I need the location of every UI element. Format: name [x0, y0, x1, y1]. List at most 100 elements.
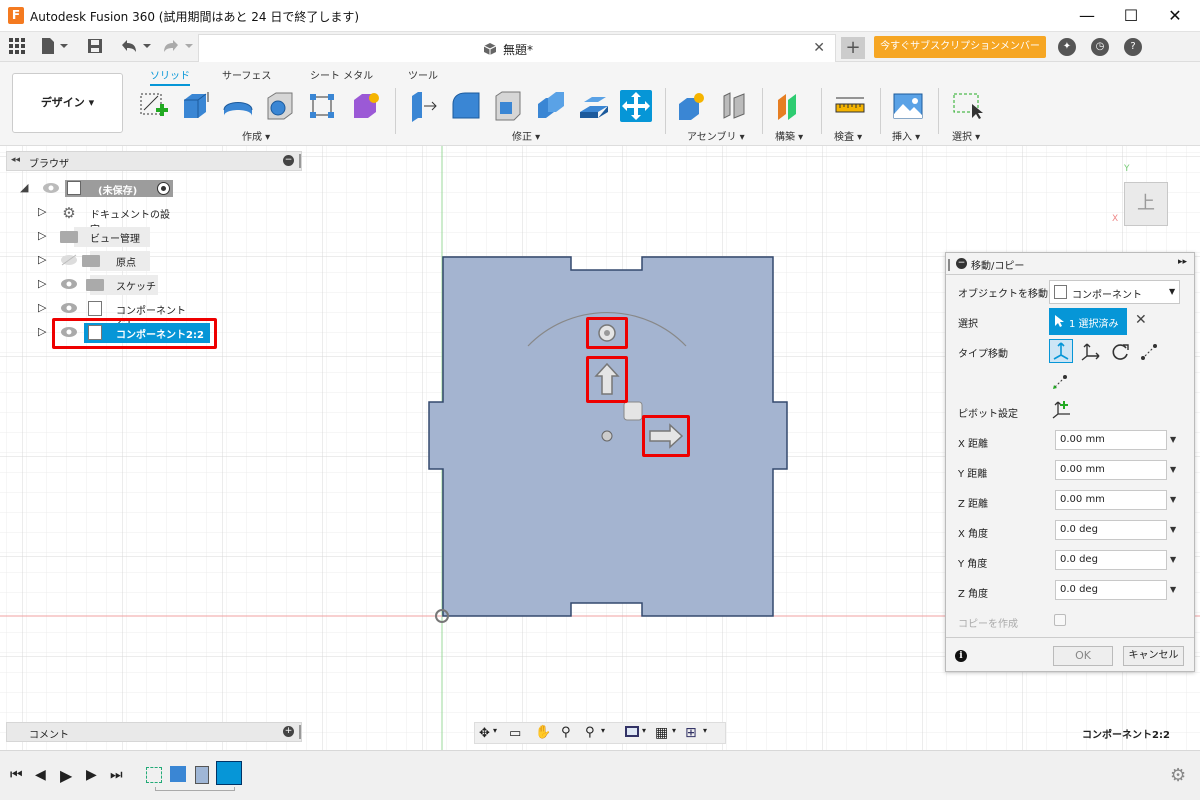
joint-icon[interactable] — [718, 90, 750, 122]
x-distance-input[interactable]: 0.00 mm — [1055, 430, 1167, 450]
expand-triangle-icon[interactable]: ◢ — [20, 181, 28, 194]
x-move-arrow-icon[interactable] — [648, 422, 684, 450]
eye-icon[interactable] — [60, 326, 78, 338]
rotate-icon[interactable] — [1109, 341, 1131, 363]
subscription-button[interactable]: 今すぐサブスクリプションメンバーに... — [874, 36, 1046, 74]
pattern-icon[interactable] — [306, 90, 338, 122]
next-step-icon[interactable]: ▶ — [86, 767, 97, 783]
expand-triangle-icon[interactable]: ▷ — [38, 253, 46, 266]
panel-grip-icon[interactable] — [299, 154, 301, 168]
y-angle-input[interactable]: 0.0 deg — [1055, 550, 1167, 570]
look-at-icon[interactable]: ▭ — [509, 726, 521, 741]
viewports-icon[interactable]: ⊞ — [685, 725, 697, 741]
group-select[interactable]: 選択 ▾ — [952, 128, 980, 143]
viewcube[interactable]: 上 Y X — [1112, 164, 1172, 230]
offset-plane-icon[interactable] — [774, 90, 806, 122]
fillet-icon[interactable] — [450, 90, 482, 122]
form-icon[interactable] — [350, 90, 382, 122]
panel-grip-icon[interactable] — [299, 725, 301, 739]
chevron-down-icon[interactable]: ▼ — [1170, 555, 1178, 564]
pivot-set-icon[interactable] — [1051, 399, 1071, 419]
zoom-window-icon[interactable]: ⚲ — [585, 725, 595, 740]
free-move-icon[interactable] — [1049, 339, 1073, 363]
combine-icon[interactable] — [578, 90, 610, 122]
info-icon[interactable]: i — [955, 650, 967, 662]
minimize-button[interactable]: — — [1064, 0, 1110, 32]
chevron-down-icon[interactable]: ▼ — [1170, 495, 1178, 504]
shell-icon[interactable] — [534, 90, 566, 122]
clear-selection-icon[interactable]: ✕ — [1135, 312, 1147, 328]
close-button[interactable]: ✕ — [1152, 0, 1198, 32]
timeline-move-icon[interactable] — [216, 761, 242, 785]
expand-triangle-icon[interactable]: ▷ — [38, 277, 46, 290]
group-insert[interactable]: 挿入 ▾ — [892, 128, 920, 143]
first-step-icon[interactable]: ⏮ — [10, 767, 23, 783]
measure-icon[interactable] — [834, 90, 866, 122]
cancel-button[interactable]: キャンセル — [1123, 646, 1184, 666]
expand-triangle-icon[interactable]: ▷ — [38, 301, 46, 314]
chevron-down-icon[interactable]: ▾ — [672, 726, 676, 735]
chevron-down-icon[interactable]: ▾ — [642, 726, 646, 735]
display-settings-icon[interactable] — [625, 726, 639, 737]
hole-icon[interactable] — [264, 90, 296, 122]
y-distance-input[interactable]: 0.00 mm — [1055, 460, 1167, 480]
eye-icon[interactable] — [60, 302, 78, 314]
redo-icon[interactable] — [160, 38, 194, 56]
play-icon[interactable]: ▶ — [60, 766, 72, 785]
dialog-collapse-icon[interactable]: − — [956, 258, 967, 269]
tab-sheet-metal[interactable]: シート メタル — [310, 67, 373, 82]
expand-triangle-icon[interactable]: ▷ — [38, 229, 46, 242]
ok-button[interactable]: OK — [1053, 646, 1113, 666]
chevron-down-icon[interactable]: ▾ — [601, 726, 605, 735]
extrude-icon[interactable] — [180, 90, 212, 122]
timeline-component-icon[interactable] — [195, 766, 209, 784]
object-type-select[interactable]: コンポーネント ▼ — [1049, 280, 1180, 304]
new-tab-button[interactable]: + — [841, 37, 865, 59]
browser-item[interactable]: ▷ 原点 — [38, 251, 150, 271]
point-to-point-icon[interactable] — [1138, 341, 1160, 363]
collapse-icon[interactable]: ◂◂ — [11, 155, 20, 165]
chevron-down-icon[interactable]: ▾ — [493, 726, 497, 735]
expand-triangle-icon[interactable]: ▷ — [38, 205, 46, 218]
selection-button[interactable]: 1 選択済み — [1049, 308, 1127, 335]
activate-radio-icon[interactable] — [157, 182, 170, 195]
browser-root-row[interactable]: ◢ (未保存) — [20, 179, 180, 199]
job-status-icon[interactable]: ✦ — [1058, 38, 1076, 56]
browser-item-selected[interactable]: ▷ コンポーネント2:2 — [38, 323, 218, 343]
tab-tools[interactable]: ツール — [408, 67, 438, 82]
create-sketch-icon[interactable] — [138, 90, 170, 122]
save-icon[interactable] — [86, 38, 104, 56]
insert-image-icon[interactable] — [892, 90, 924, 122]
eye-icon[interactable] — [42, 182, 60, 194]
timeline-extrude-icon[interactable] — [170, 766, 186, 782]
group-create[interactable]: 作成 ▾ — [242, 128, 270, 143]
maximize-button[interactable]: ☐ — [1108, 0, 1154, 32]
x-angle-input[interactable]: 0.0 deg — [1055, 520, 1167, 540]
translate-icon[interactable] — [1079, 341, 1101, 363]
undo-icon[interactable] — [118, 38, 152, 56]
chevron-down-icon[interactable]: ▼ — [1170, 525, 1178, 534]
select-icon[interactable] — [952, 90, 984, 122]
chevron-down-icon[interactable]: ▾ — [703, 726, 707, 735]
chevron-down-icon[interactable]: ▼ — [1170, 435, 1178, 444]
browser-minimize-icon[interactable]: − — [283, 155, 294, 166]
timeline-settings-gear-icon[interactable]: ⚙ — [1170, 765, 1186, 786]
document-close-icon[interactable]: ✕ — [813, 40, 825, 56]
eye-icon[interactable] — [60, 278, 78, 290]
help-icon[interactable]: ? — [1124, 38, 1142, 56]
z-angle-input[interactable]: 0.0 deg — [1055, 580, 1167, 600]
revolve-icon[interactable] — [222, 90, 254, 122]
grid-settings-icon[interactable]: ▦ — [655, 725, 668, 741]
expand-triangle-icon[interactable]: ▷ — [38, 325, 46, 338]
group-construct[interactable]: 構築 ▾ — [775, 128, 803, 143]
new-component-icon[interactable] — [675, 90, 707, 122]
file-menu-icon[interactable] — [40, 38, 70, 56]
tab-surface[interactable]: サーフェス — [222, 67, 271, 82]
tab-solid[interactable]: ソリッド — [150, 67, 190, 86]
browser-item[interactable]: ▷ スケッチ — [38, 275, 158, 295]
move-copy-icon[interactable] — [620, 90, 652, 122]
eye-hidden-icon[interactable] — [60, 254, 78, 266]
z-distance-input[interactable]: 0.00 mm — [1055, 490, 1167, 510]
clock-icon[interactable]: ◷ — [1091, 38, 1109, 56]
chevron-down-icon[interactable]: ▼ — [1170, 465, 1178, 474]
